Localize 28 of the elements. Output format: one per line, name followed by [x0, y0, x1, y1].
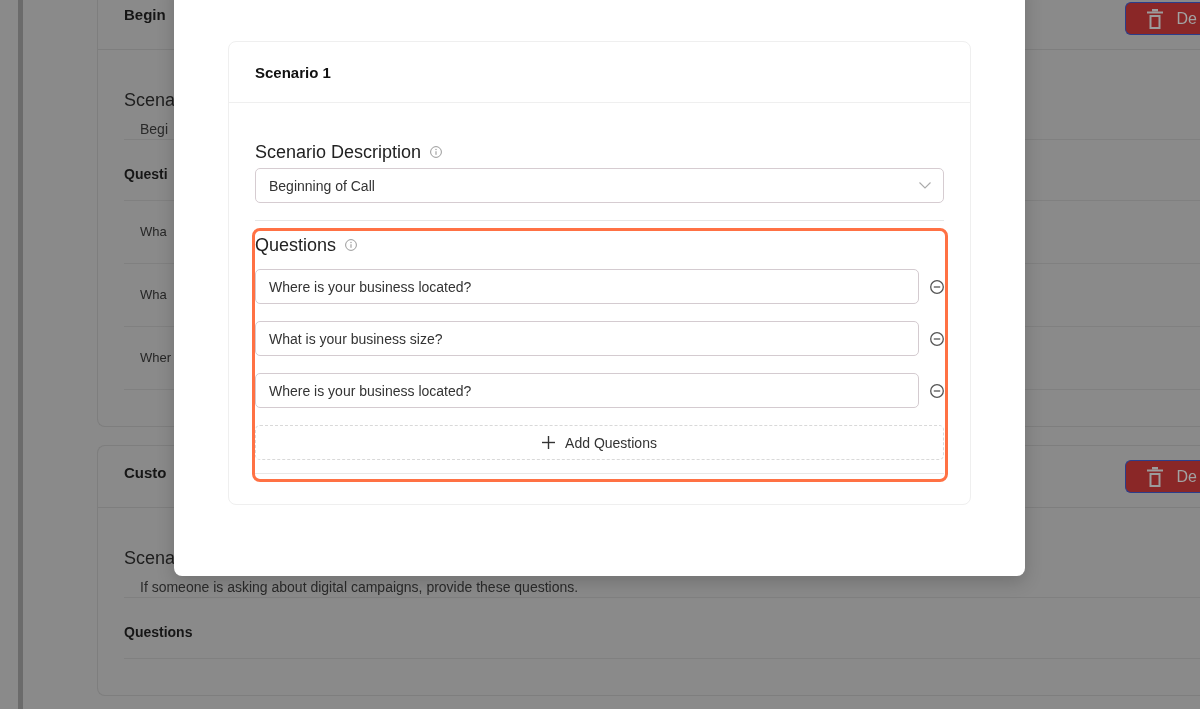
scenario-description: Begi	[140, 121, 169, 137]
field-label: Scenario Description	[255, 141, 422, 163]
trash-icon	[1146, 466, 1163, 487]
question-input[interactable]: What is your business size?	[255, 321, 919, 356]
question-input[interactable]: Where is your business located?	[255, 373, 919, 408]
scenario-select[interactable]: Beginning of Call	[255, 168, 944, 203]
question-text: Wher	[140, 349, 172, 367]
question-input[interactable]: Where is your business located?	[255, 269, 919, 304]
question-text: Wha	[140, 223, 167, 241]
questions-heading: Questi	[124, 166, 168, 182]
minus-circle-icon[interactable]	[930, 331, 944, 346]
scenario-heading: Scena	[124, 547, 177, 570]
card-title: Scenario 1	[255, 63, 331, 81]
scenario-description: If someone is asking about digital campaigns, provide these questions.	[140, 579, 579, 595]
trash-icon	[1146, 8, 1163, 29]
add-questions-button[interactable]: Add Questions	[255, 425, 944, 460]
scenario-heading: Scena	[124, 89, 177, 112]
question-text: Wha	[140, 286, 167, 304]
minus-circle-icon[interactable]	[930, 279, 944, 294]
card-title: Begin	[124, 5, 166, 25]
card-title: Custo	[124, 463, 167, 483]
plus-icon	[542, 436, 556, 449]
info-icon	[430, 146, 443, 158]
info-icon	[345, 239, 358, 251]
questions-heading: Questions	[124, 624, 193, 640]
field-label: Questions	[255, 234, 337, 256]
minus-circle-icon[interactable]	[930, 383, 944, 398]
chevron-down-icon	[919, 182, 931, 189]
